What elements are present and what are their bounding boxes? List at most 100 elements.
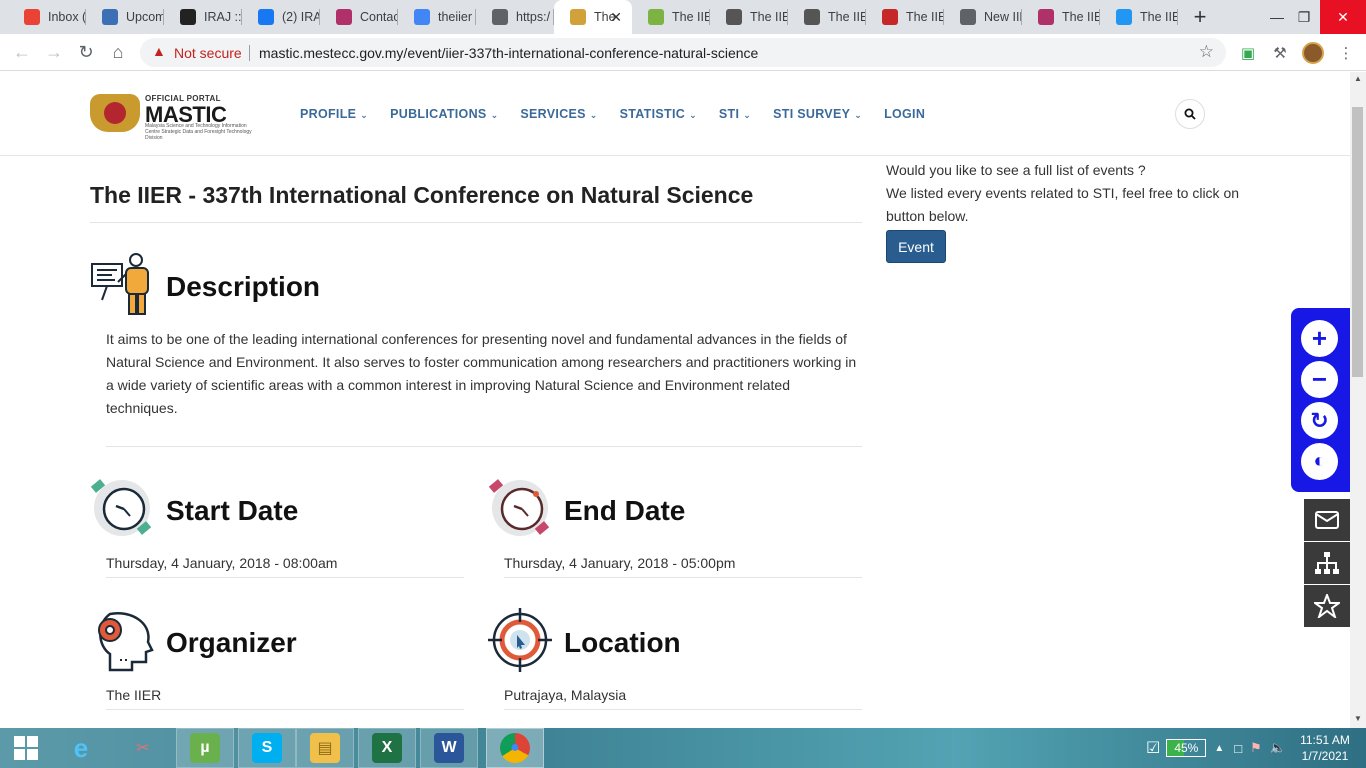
nav-item-profile[interactable]: PROFILE ⌄ <box>300 107 368 121</box>
taskbar-snipping-button[interactable]: ✂ <box>114 728 172 768</box>
chevron-down-icon: ⌄ <box>743 110 752 120</box>
main-nav: PROFILE ⌄ PUBLICATIONS ⌄ SERVICES ⌄ STATISTIC ⌄… <box>300 107 947 121</box>
chrome-icon: ● <box>500 733 530 763</box>
tab-12[interactable]: The IIER <box>866 0 944 34</box>
tab-11[interactable]: The IIER <box>788 0 866 34</box>
nav-item-label: SERVICES <box>520 107 586 121</box>
nav-item-sti-survey[interactable]: STI SURVEY ⌄ <box>773 107 862 121</box>
swoosh-icon <box>1116 9 1132 25</box>
forward-icon[interactable]: → <box>42 40 66 64</box>
nav-item-services[interactable]: SERVICES ⌄ <box>520 107 597 121</box>
start-button[interactable] <box>0 728 52 768</box>
reload-icon[interactable]: ↻ <box>74 40 98 64</box>
menu-kebab-icon[interactable]: ⋮ <box>1336 43 1356 63</box>
taskbar-clock[interactable]: 11:51 AM 1/7/2021 <box>1290 732 1360 764</box>
taskbar-ie-button[interactable]: e <box>52 728 110 768</box>
organizer-head-gear-icon <box>98 612 154 672</box>
taskbar-skype-button[interactable]: S <box>238 728 296 768</box>
back-icon[interactable]: ← <box>10 40 34 64</box>
tray-expand-icon[interactable]: ▲ <box>1214 743 1224 754</box>
nav-item-label: LOGIN <box>884 107 926 121</box>
bookmark-star-icon[interactable]: ☆ <box>1199 42 1214 62</box>
google-icon <box>414 9 430 25</box>
extensions-puzzle-icon[interactable]: ⚒ <box>1270 43 1290 63</box>
event-button[interactable]: Event <box>886 230 946 263</box>
scroll-up-icon[interactable]: ▲ <box>1354 74 1362 83</box>
contrast-icon[interactable]: ◐ <box>1301 443 1338 480</box>
tab-2[interactable]: Upcom <box>86 0 164 34</box>
nav-item-sti[interactable]: STI ⌄ <box>719 107 751 121</box>
flag-icon[interactable]: ⚑ <box>1250 740 1262 756</box>
chevron-down-icon: ⌄ <box>589 110 598 120</box>
taskbar-word-button[interactable]: W <box>420 728 478 768</box>
sitemap-button[interactable] <box>1304 542 1350 584</box>
url-text[interactable]: mastic.mestecc.gov.my/event/iier-337th-i… <box>259 45 758 61</box>
nav-item-statistic[interactable]: STATISTIC ⌄ <box>620 107 697 121</box>
close-window-button[interactable]: ✕ <box>1320 0 1366 34</box>
zoom-in-icon[interactable]: + <box>1301 320 1338 357</box>
tab-label: The IIER <box>906 10 944 24</box>
reset-icon[interactable]: ↻ <box>1301 402 1338 439</box>
logo-subtitle: Malaysia Science and Technology Informat… <box>145 123 252 141</box>
search-button[interactable] <box>1175 99 1205 129</box>
battery-indicator[interactable]: 45% <box>1166 739 1207 757</box>
tab-strip: Inbox (Upcom IRAJ :: I (2) IRA Contac theiie… <box>0 0 1366 34</box>
search-icon <box>1184 108 1196 120</box>
taskbar-explorer-button[interactable]: ▤ <box>296 728 354 768</box>
security-label[interactable]: Not secure <box>174 45 242 61</box>
taskbar-utorrent-button[interactable]: µ <box>176 728 234 768</box>
extension-add-icon[interactable]: ▣ <box>1238 43 1258 63</box>
mastic-logo[interactable]: OFFICIAL PORTAL MASTIC Malaysia Science … <box>90 92 258 141</box>
address-bar[interactable]: ▲ Not secure mastic.mestecc.gov.my/event… <box>140 38 1226 67</box>
tab-15[interactable]: The IIE <box>1100 0 1178 34</box>
tab-4[interactable]: (2) IRA <box>242 0 320 34</box>
scroll-down-icon[interactable]: ▼ <box>1354 714 1362 723</box>
volume-icon[interactable]: 🔈 <box>1270 740 1286 756</box>
home-icon[interactable]: ⌂ <box>106 40 130 64</box>
divider <box>504 577 862 578</box>
tab-7[interactable]: https:/ <box>476 0 554 34</box>
iraj-icon <box>180 9 196 25</box>
page-scrollbar[interactable]: ▲ ▼ <box>1350 72 1366 728</box>
start-date-heading: Start Date <box>166 495 299 526</box>
page-title: The IIER - 337th International Conferenc… <box>90 182 754 208</box>
event-sidebar: Would you like to see a full list of eve… <box>886 159 1246 228</box>
favorite-button[interactable] <box>1304 585 1350 627</box>
browser-toolbar: ← → ↻ ⌂ ▲ Not secure mastic.mestecc.gov.… <box>0 34 1366 71</box>
nav-item-login[interactable]: LOGIN <box>884 107 925 121</box>
taskbar-excel-button[interactable]: X <box>358 728 416 768</box>
end-date-heading: End Date <box>564 495 686 526</box>
taskbar-chrome-button[interactable]: ● <box>486 728 544 768</box>
coat-of-arms-icon <box>90 94 140 132</box>
facebook-icon <box>258 9 274 25</box>
tab-1[interactable]: Inbox ( <box>8 0 86 34</box>
new-tab-button[interactable]: + <box>1188 4 1212 30</box>
feedback-button[interactable] <box>1304 499 1350 541</box>
globe-icon <box>960 9 976 25</box>
sidebar-line-2: We listed every events related to STI, f… <box>886 185 1240 224</box>
tab-10[interactable]: The IIER <box>710 0 788 34</box>
close-tab-icon[interactable]: ✕ <box>610 9 622 26</box>
tab-14[interactable]: The IIE <box>1022 0 1100 34</box>
nav-item-publications[interactable]: PUBLICATIONS ⌄ <box>390 107 498 121</box>
zoom-out-icon[interactable]: − <box>1301 361 1338 398</box>
network-icon[interactable]: □ <box>1234 741 1242 756</box>
divider <box>106 446 862 447</box>
tab-13[interactable]: New IIE <box>944 0 1022 34</box>
tab-9[interactable]: The IIER <box>632 0 710 34</box>
start-date-value: Thursday, 4 January, 2018 - 08:00am <box>106 555 338 571</box>
tab-8[interactable]: The ✕ <box>554 0 632 34</box>
nav-item-label: STI SURVEY <box>773 107 851 121</box>
location-heading: Location <box>564 627 681 658</box>
tab-6[interactable]: theiier <box>398 0 476 34</box>
tab-3[interactable]: IRAJ :: I <box>164 0 242 34</box>
scroll-thumb[interactable] <box>1352 107 1363 377</box>
clock-start-icon <box>90 479 152 536</box>
shield-icon <box>102 9 118 25</box>
profile-avatar[interactable] <box>1302 42 1324 64</box>
tab-5[interactable]: Contac <box>320 0 398 34</box>
windows-icon <box>14 736 38 760</box>
defender-icon[interactable]: ☑ <box>1146 738 1160 758</box>
tab-label: The IIER <box>828 10 866 24</box>
tab-label: Inbox ( <box>48 10 86 24</box>
